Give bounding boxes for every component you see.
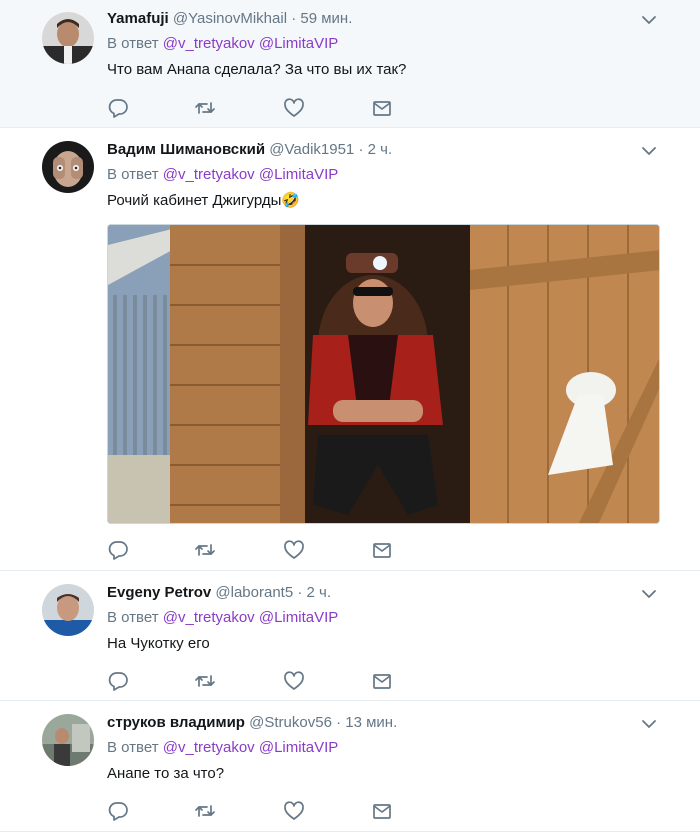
heart-icon[interactable] — [283, 800, 305, 822]
author-handle[interactable]: @YasinovMikhail — [173, 10, 287, 27]
tweet-header: Вадим Шимановский @Vadik1951 · 2 ч. — [107, 140, 660, 160]
chevron-down-icon[interactable] — [640, 142, 658, 160]
mention-link[interactable]: @LimitaVIP — [259, 166, 338, 183]
tweet-text: Анапе то за что? — [107, 765, 225, 782]
timestamp[interactable]: 2 ч. — [368, 141, 393, 158]
retweet-icon[interactable] — [194, 670, 216, 692]
avatar[interactable] — [42, 714, 94, 766]
reply-prefix: В ответ — [107, 609, 159, 626]
tweet[interactable]: Evgeny Petrov @laborant5 · 2 ч. В ответ … — [0, 571, 700, 701]
tweet[interactable]: Вадим Шимановский @Vadik1951 · 2 ч. В от… — [0, 128, 700, 571]
retweet-icon[interactable] — [194, 800, 216, 822]
timestamp[interactable]: 2 ч. — [307, 584, 332, 601]
author-name[interactable]: Yamafuji — [107, 10, 169, 27]
tweet-header: струков владимир @Strukov56 · 13 мин. — [107, 713, 660, 733]
reply-context: В ответ @v_tretyakov @LimitaVIP — [107, 738, 660, 758]
separator-dot: · — [291, 10, 297, 27]
separator-dot: · — [336, 714, 342, 731]
tweet-actions — [107, 539, 407, 561]
chevron-down-icon[interactable] — [640, 11, 658, 29]
reply-prefix: В ответ — [107, 35, 159, 52]
mention-link[interactable]: @LimitaVIP — [259, 35, 338, 52]
heart-icon[interactable] — [283, 670, 305, 692]
envelope-icon[interactable] — [371, 670, 393, 692]
tweet-photo[interactable] — [107, 224, 660, 524]
heart-icon[interactable] — [283, 97, 305, 119]
tweet[interactable]: струков владимир @Strukov56 · 13 мин. В … — [0, 701, 700, 832]
reply-context: В ответ @v_tretyakov @LimitaVIP — [107, 165, 660, 185]
reply-icon[interactable] — [107, 800, 129, 822]
reply-icon[interactable] — [107, 670, 129, 692]
envelope-icon[interactable] — [371, 539, 393, 561]
timestamp[interactable]: 13 мин. — [345, 714, 397, 731]
separator-dot: · — [297, 584, 303, 601]
reply-icon[interactable] — [107, 539, 129, 561]
author-name[interactable]: Evgeny Petrov — [107, 584, 211, 601]
mention-link[interactable]: @LimitaVIP — [259, 739, 338, 756]
reply-prefix: В ответ — [107, 739, 159, 756]
retweet-icon[interactable] — [194, 97, 216, 119]
reply-context: В ответ @v_tretyakov @LimitaVIP — [107, 608, 660, 628]
tweet-text: Что вам Анапа сделала? За что вы их так? — [107, 61, 407, 78]
envelope-icon[interactable] — [371, 800, 393, 822]
reply-prefix: В ответ — [107, 166, 159, 183]
separator-dot: · — [358, 141, 364, 158]
tweet-actions — [107, 670, 407, 692]
avatar[interactable] — [42, 584, 94, 636]
tweet-text: Рочий кабинет Джигурды🤣 — [107, 192, 301, 209]
mention-link[interactable]: @v_tretyakov — [163, 609, 255, 626]
mention-link[interactable]: @v_tretyakov — [163, 739, 255, 756]
heart-icon[interactable] — [283, 539, 305, 561]
author-handle[interactable]: @Strukov56 — [249, 714, 332, 731]
avatar[interactable] — [42, 141, 94, 193]
chevron-down-icon[interactable] — [640, 715, 658, 733]
author-name[interactable]: Вадим Шимановский — [107, 141, 265, 158]
mention-link[interactable]: @v_tretyakov — [163, 166, 255, 183]
reply-feed: Yamafuji @YasinovMikhail · 59 мин. В отв… — [0, 0, 700, 832]
tweet-text: На Чукотку его — [107, 635, 210, 652]
author-handle[interactable]: @laborant5 — [215, 584, 293, 601]
tweet-header: Yamafuji @YasinovMikhail · 59 мин. — [107, 9, 660, 29]
tweet[interactable]: Yamafuji @YasinovMikhail · 59 мин. В отв… — [0, 0, 700, 128]
tweet-actions — [107, 800, 407, 822]
tweet-actions — [107, 97, 407, 119]
chevron-down-icon[interactable] — [640, 585, 658, 603]
mention-link[interactable]: @v_tretyakov — [163, 35, 255, 52]
timestamp[interactable]: 59 мин. — [300, 10, 352, 27]
author-name[interactable]: струков владимир — [107, 714, 245, 731]
reply-icon[interactable] — [107, 97, 129, 119]
retweet-icon[interactable] — [194, 539, 216, 561]
avatar[interactable] — [42, 12, 94, 64]
envelope-icon[interactable] — [371, 97, 393, 119]
mention-link[interactable]: @LimitaVIP — [259, 609, 338, 626]
author-handle[interactable]: @Vadik1951 — [269, 141, 354, 158]
tweet-header: Evgeny Petrov @laborant5 · 2 ч. — [107, 583, 660, 603]
reply-context: В ответ @v_tretyakov @LimitaVIP — [107, 34, 660, 54]
